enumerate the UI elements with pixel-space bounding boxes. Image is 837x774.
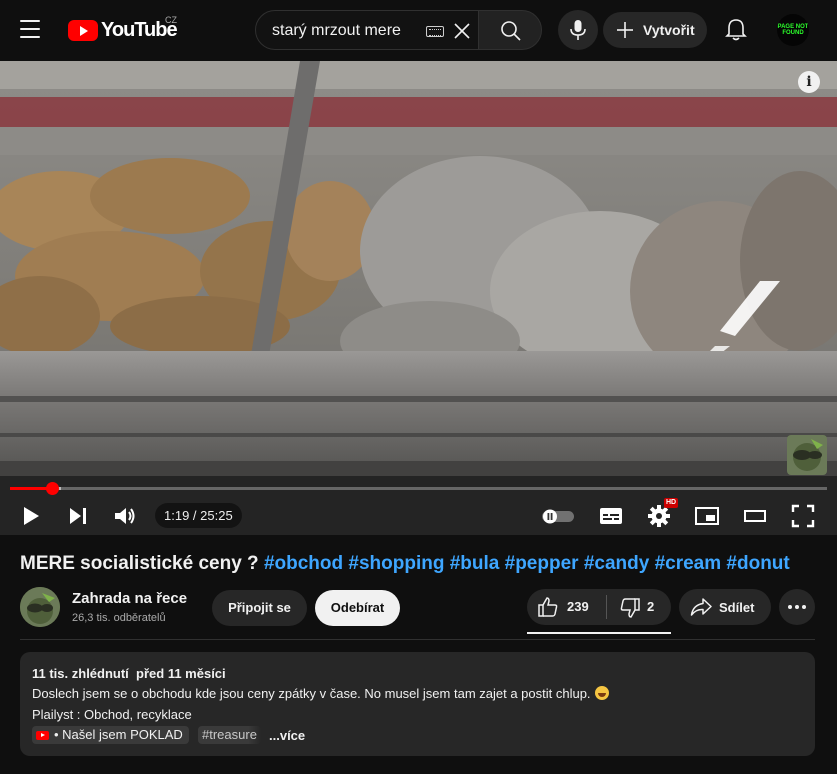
playlist-chip[interactable]: • Našel jsem POKLAD (32, 726, 189, 744)
share-label: Sdílet (719, 600, 755, 615)
youtube-play-icon (68, 19, 98, 41)
show-more-link[interactable]: ...více (269, 728, 305, 743)
like-dislike-group: 239 2 (527, 589, 671, 625)
youtube-play-icon (36, 730, 49, 740)
account-avatar[interactable]: PAGE NOT FOUND (777, 14, 809, 46)
hd-badge-text: HD (666, 499, 677, 506)
description-line-2: Plailyst : Obchod, recyklace (32, 707, 192, 722)
search-button[interactable] (478, 10, 542, 50)
fullscreen-icon[interactable] (789, 502, 817, 530)
playlist-chip-label: • Našel jsem POKLAD (54, 727, 183, 742)
play-icon[interactable] (17, 502, 45, 530)
volume-icon[interactable] (111, 502, 139, 530)
like-underline (527, 632, 671, 634)
more-horizontal-icon (788, 605, 806, 609)
close-icon[interactable] (452, 21, 472, 41)
description-line-1: Doslech jsem se o obchodu kde jsou ceny … (32, 686, 609, 701)
laughing-emoji-icon (594, 686, 609, 700)
join-button[interactable]: Připojit se (212, 590, 307, 626)
description-box[interactable]: 11 tis. zhlédnutí před 11 měsíci Doslech… (20, 652, 815, 756)
bell-icon (725, 19, 747, 41)
like-button[interactable]: 239 (527, 589, 607, 625)
video-frame (0, 61, 837, 535)
progress-bar[interactable] (10, 482, 827, 495)
like-count: 239 (567, 599, 589, 614)
microphone-icon (570, 20, 586, 40)
plus-icon (617, 22, 633, 38)
channel-name[interactable]: Zahrada na řece (72, 590, 187, 607)
thumbs-down-icon (620, 598, 640, 618)
search-icon (501, 21, 521, 41)
hd-badge: HD (664, 498, 679, 508)
hashtag-chip[interactable]: #treasure (198, 726, 261, 744)
masthead: YouTube CZ Vytvořit (0, 0, 837, 60)
subscriber-count: 26,3 tis. odběratelů (72, 612, 166, 624)
upload-date: před 11 měsíci (136, 666, 226, 681)
country-code: CZ (165, 15, 177, 25)
subscribe-button[interactable]: Odebírat (315, 590, 400, 626)
dislike-button[interactable]: 2 (607, 589, 671, 625)
player-controls: 1:19 / 25:25 HD (0, 497, 837, 535)
share-icon (690, 598, 712, 616)
dislike-count: 2 (647, 599, 655, 614)
keyboard-icon[interactable] (426, 26, 444, 37)
theater-mode-icon[interactable] (741, 502, 769, 530)
menu-icon[interactable] (20, 20, 44, 40)
search-input[interactable] (272, 21, 422, 41)
autoplay-toggle-icon[interactable] (540, 502, 576, 530)
youtube-logo[interactable]: YouTube (68, 18, 178, 42)
miniplayer-icon[interactable] (693, 502, 721, 530)
title-text: MERE socialistické ceny ? (20, 553, 264, 574)
thumbs-up-icon (538, 597, 558, 617)
notifications-button[interactable] (718, 12, 754, 48)
info-icon[interactable]: i (798, 71, 820, 93)
description-text-1: Doslech jsem se o obchodu kde jsou ceny … (32, 686, 591, 701)
channel-watermark[interactable] (787, 435, 827, 475)
time-display: 1:19 / 25:25 (155, 503, 242, 528)
title-hashtags[interactable]: #obchod #shopping #bula #pepper #candy #… (264, 553, 790, 574)
search-box (255, 10, 479, 50)
view-count: 11 tis. zhlédnutí (32, 666, 129, 681)
video-title: MERE socialistické ceny ? #obchod #shopp… (20, 553, 820, 575)
share-button[interactable]: Sdílet (679, 589, 771, 625)
channel-avatar[interactable] (20, 587, 60, 627)
more-actions-button[interactable] (779, 589, 815, 625)
next-icon[interactable] (64, 502, 92, 530)
video-player[interactable]: i 1:19 / 25:25 HD (0, 61, 837, 535)
create-button[interactable]: Vytvořit (603, 12, 707, 48)
voice-search-button[interactable] (558, 10, 598, 50)
subtitles-icon[interactable] (597, 502, 625, 530)
view-date-info: 11 tis. zhlédnutí před 11 měsíci (32, 666, 226, 681)
create-label: Vytvořit (643, 22, 695, 38)
avatar-text: PAGE NOT FOUND (777, 24, 809, 36)
divider (20, 639, 815, 640)
